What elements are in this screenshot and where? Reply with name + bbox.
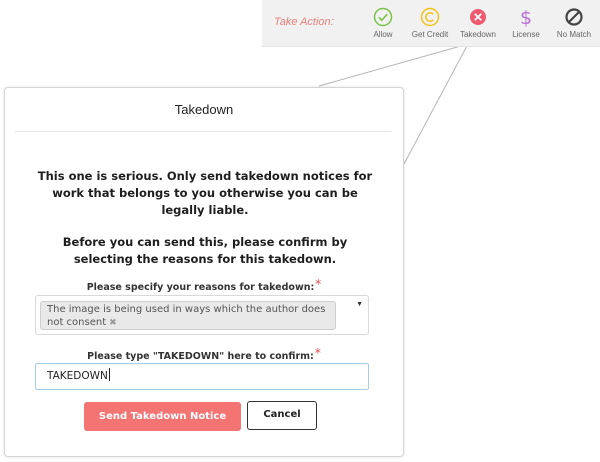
take-action-label: Take Action: (274, 16, 334, 28)
confirm-label-text: Please type "TAKEDOWN" here to confirm: (87, 351, 314, 362)
dropdown-arrow-icon[interactable]: ▼ (356, 301, 363, 308)
remove-chip-icon[interactable]: ✖ (109, 318, 117, 328)
take-action-toolbar: Take Action: Allow Get Credit Takedown $… (262, 0, 600, 47)
selected-reason-chip: The image is being used in ways which th… (40, 301, 336, 330)
reasons-select[interactable]: The image is being used in ways which th… (35, 295, 369, 335)
reasons-field-label: Please specify your reasons for takedown… (5, 277, 403, 293)
takedown-modal: Takedown This one is serious. Only send … (4, 87, 404, 457)
required-asterisk: * (315, 277, 322, 291)
get-credit-action-label: Get Credit (411, 30, 449, 39)
no-symbol-icon (565, 8, 583, 26)
selected-reason-text: The image is being used in ways which th… (47, 304, 326, 328)
cancel-button[interactable]: Cancel (247, 401, 317, 430)
confirm-input-value: TAKEDOWN (47, 370, 108, 382)
allow-action-label: Allow (373, 30, 393, 39)
warning-text: This one is serious. Only send takedown … (37, 169, 373, 217)
reasons-label-text: Please specify your reasons for takedown… (86, 282, 315, 293)
required-asterisk: * (314, 346, 321, 360)
license-action-label: License (512, 30, 540, 39)
takedown-action-label: Takedown (459, 30, 497, 39)
takedown-action-button[interactable]: Takedown (453, 7, 503, 39)
allow-action-button[interactable]: Allow (358, 7, 408, 39)
confirmation-instructions: Before you can send this, please confirm… (62, 235, 348, 266)
no-match-action-label: No Match (556, 30, 592, 39)
send-takedown-button[interactable]: Send Takedown Notice (84, 402, 241, 431)
no-match-action-button[interactable]: No Match (549, 7, 599, 39)
dollar-icon: $ (520, 7, 532, 27)
confirm-takedown-input[interactable]: TAKEDOWN (35, 363, 369, 390)
svg-text:$: $ (520, 7, 532, 27)
modal-divider (15, 131, 391, 132)
copyright-icon (420, 7, 440, 27)
text-caret (108, 368, 110, 381)
modal-title: Takedown (174, 102, 234, 117)
get-credit-action-button[interactable]: Get Credit (405, 7, 455, 39)
check-circle-icon (373, 7, 393, 27)
x-circle-icon (470, 9, 486, 25)
confirm-field-label: Please type "TAKEDOWN" here to confirm:* (5, 346, 403, 362)
license-action-button[interactable]: $ License (501, 7, 551, 39)
